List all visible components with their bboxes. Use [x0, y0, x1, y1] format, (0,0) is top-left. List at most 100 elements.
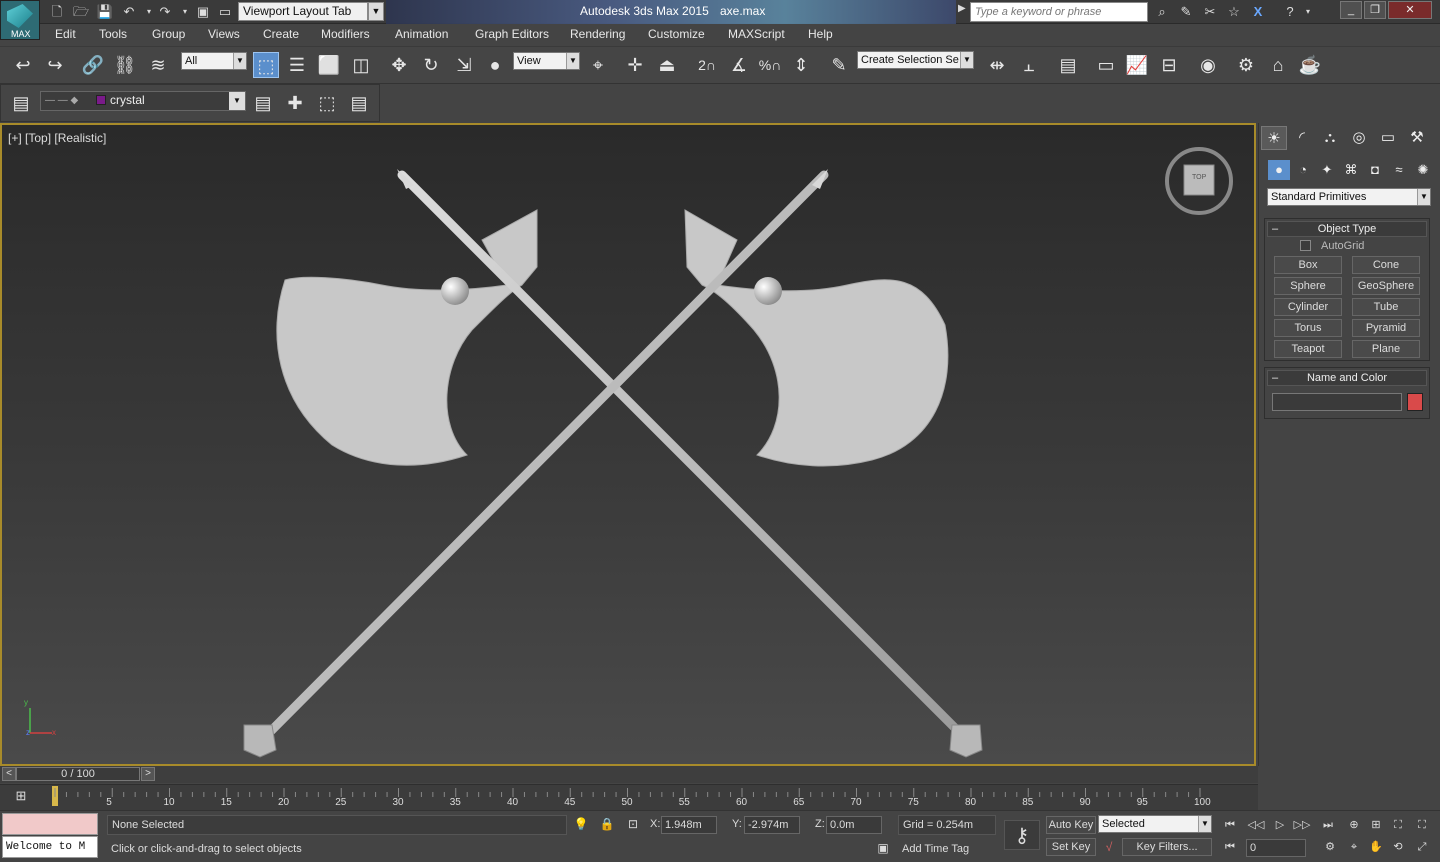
save-file-icon[interactable]: 💾 — [96, 3, 114, 21]
place-icon[interactable]: ● — [482, 52, 508, 78]
orbit-icon[interactable]: ⟲ — [1388, 839, 1408, 855]
time-slider-prev[interactable]: < — [2, 767, 16, 781]
menu-graph-editors[interactable]: Graph Editors — [475, 27, 549, 41]
align-icon[interactable]: ⫠ — [1016, 52, 1042, 78]
layer-explorer-icon[interactable]: ▤ — [1055, 52, 1081, 78]
go-to-end-icon[interactable]: ⏭ — [1318, 817, 1338, 833]
geosphere-button[interactable]: GeoSphere — [1352, 277, 1420, 295]
help-icon[interactable]: ? — [1280, 3, 1300, 21]
select-and-move-icon[interactable]: ✥ — [386, 52, 412, 78]
workspace-select[interactable]: Viewport Layout Tab — [238, 2, 368, 21]
zoom-all-icon[interactable]: ⊞ — [1366, 817, 1386, 833]
cylinder-button[interactable]: Cylinder — [1274, 298, 1342, 316]
project-folder-icon[interactable]: ▣ — [194, 3, 212, 21]
sphere-button[interactable]: Sphere — [1274, 277, 1342, 295]
systems-icon[interactable]: ✺ — [1412, 160, 1434, 180]
render-production-icon[interactable]: ☕ — [1297, 52, 1323, 78]
schematic-view-icon[interactable]: ⊟ — [1156, 52, 1182, 78]
go-to-start-icon[interactable]: ⏮ — [1220, 817, 1240, 833]
plane-button[interactable]: Plane — [1352, 340, 1420, 358]
manage-layers-icon[interactable]: ▤ — [8, 90, 34, 116]
select-and-rotate-icon[interactable]: ↻ — [418, 52, 444, 78]
pivot-center-icon[interactable]: ⌖ — [585, 52, 611, 78]
redo-scene-icon[interactable]: ↷ — [156, 3, 174, 21]
previous-frame-icon[interactable]: ◁◁ — [1246, 817, 1266, 833]
menu-rendering[interactable]: Rendering — [570, 27, 625, 41]
menu-tools[interactable]: Tools — [99, 27, 127, 41]
tools-icon[interactable]: ✂ — [1200, 3, 1220, 21]
primitive-category-dropdown[interactable]: Standard Primitives ▼ — [1267, 188, 1431, 206]
workspace-dropdown-icon[interactable]: ▼ — [368, 2, 384, 21]
torus-button[interactable]: Torus — [1274, 319, 1342, 337]
select-and-scale-icon[interactable]: ⇲ — [451, 52, 477, 78]
close-button[interactable]: ✕ — [1388, 1, 1432, 19]
display-tab-icon[interactable]: ▭ — [1375, 126, 1401, 150]
snaps-toggle-icon[interactable]: 2∩ — [694, 52, 720, 78]
object-type-header[interactable]: – Object Type — [1267, 221, 1427, 237]
edit-named-selection-icon[interactable]: ✎ — [826, 52, 852, 78]
key-mode-toggle-icon[interactable]: ⏮ — [1220, 839, 1240, 855]
pyramid-button[interactable]: Pyramid — [1352, 319, 1420, 337]
utilities-tab-icon[interactable]: ⚒ — [1404, 126, 1430, 150]
spinner-snap-icon[interactable]: ⇕ — [788, 52, 814, 78]
rectangular-selection-icon[interactable]: ⬜ — [316, 52, 342, 78]
window-icon[interactable]: ▭ — [216, 3, 234, 21]
ribbon-toggle-icon[interactable]: ▭ — [1093, 52, 1119, 78]
minimize-button[interactable]: _ — [1340, 1, 1362, 19]
default-tangents-icon[interactable]: √ — [1100, 840, 1118, 856]
box-button[interactable]: Box — [1274, 256, 1342, 274]
y-coord-field[interactable]: -2.974m — [744, 816, 800, 834]
set-key-button[interactable]: Set Key — [1046, 838, 1096, 856]
axe-model[interactable] — [2, 125, 1254, 764]
object-color-swatch[interactable] — [1407, 393, 1423, 411]
select-object-icon[interactable]: ⬚ — [253, 52, 279, 78]
hierarchy-tab-icon[interactable]: ⛬ — [1317, 126, 1343, 150]
create-new-layer-icon[interactable]: ▤ — [250, 90, 276, 116]
space-warps-icon[interactable]: ≈ — [1388, 160, 1410, 180]
cone-button[interactable]: Cone — [1352, 256, 1420, 274]
select-manipulate-icon[interactable]: ✛ — [622, 52, 648, 78]
communication-icon[interactable]: ✎ — [1176, 3, 1196, 21]
select-in-layer-icon[interactable]: ⬚ — [314, 90, 340, 116]
viewcube[interactable] — [1165, 147, 1233, 215]
pan-view-icon[interactable]: ✋ — [1366, 839, 1386, 855]
x-coord-field[interactable]: 1.948m — [661, 816, 717, 834]
maxscript-listener-output[interactable] — [2, 813, 98, 835]
selection-filter-dropdown[interactable]: All ▼ — [181, 52, 247, 70]
curve-editor-icon[interactable]: 📈 — [1124, 52, 1150, 78]
time-tag-icon[interactable]: ▣ — [874, 841, 892, 857]
zoom-extents-all-icon[interactable]: ⛶ — [1412, 817, 1432, 833]
viewport-top[interactable]: [+] [Top] [Realistic] TOP y x z — [0, 123, 1256, 766]
lights-icon[interactable]: ✦ — [1316, 160, 1338, 180]
new-file-icon[interactable]: 🗋 — [48, 3, 66, 21]
helpers-icon[interactable]: ◘ — [1364, 160, 1386, 180]
autogrid-checkbox[interactable] — [1300, 240, 1311, 251]
redo-icon[interactable]: ↪ — [42, 52, 68, 78]
help-dropdown-icon[interactable]: ▾ — [1298, 3, 1318, 21]
favorites-star-icon[interactable]: ☆ — [1224, 3, 1244, 21]
motion-tab-icon[interactable]: ◎ — [1346, 126, 1372, 150]
render-setup-icon[interactable]: ⚙ — [1233, 52, 1259, 78]
zoom-icon[interactable]: ⊕ — [1344, 817, 1364, 833]
window-crossing-icon[interactable]: ◫ — [348, 52, 374, 78]
time-slider-handle[interactable]: 0 / 100 — [16, 767, 140, 781]
ref-coord-dropdown[interactable]: View ▼ — [513, 52, 580, 70]
undo-scene-icon[interactable]: ↶ — [120, 3, 138, 21]
menu-help[interactable]: Help — [808, 27, 833, 41]
app-menu-button[interactable]: MAX — [0, 0, 40, 40]
maxscript-mini-listener[interactable]: Welcome to M — [2, 836, 98, 858]
angle-snap-icon[interactable]: ∡ — [726, 52, 752, 78]
menu-edit[interactable]: Edit — [55, 27, 76, 41]
exchange-x-icon[interactable]: X — [1248, 3, 1268, 21]
set-current-layer-icon[interactable]: ▤ — [346, 90, 372, 116]
key-filters-button[interactable]: Key Filters... — [1122, 838, 1212, 856]
name-and-color-header[interactable]: – Name and Color — [1267, 370, 1427, 386]
percent-snap-icon[interactable]: %∩ — [757, 52, 783, 78]
next-frame-icon[interactable]: ▷▷ — [1292, 817, 1312, 833]
time-slider-next[interactable]: > — [141, 767, 155, 781]
named-selection-dropdown[interactable]: Create Selection Se ▼ — [857, 51, 974, 69]
tube-button[interactable]: Tube — [1352, 298, 1420, 316]
menu-animation[interactable]: Animation — [395, 27, 448, 41]
key-mode-dropdown[interactable]: Selected ▼ — [1098, 815, 1212, 833]
current-frame-field[interactable]: 0 — [1246, 839, 1306, 857]
